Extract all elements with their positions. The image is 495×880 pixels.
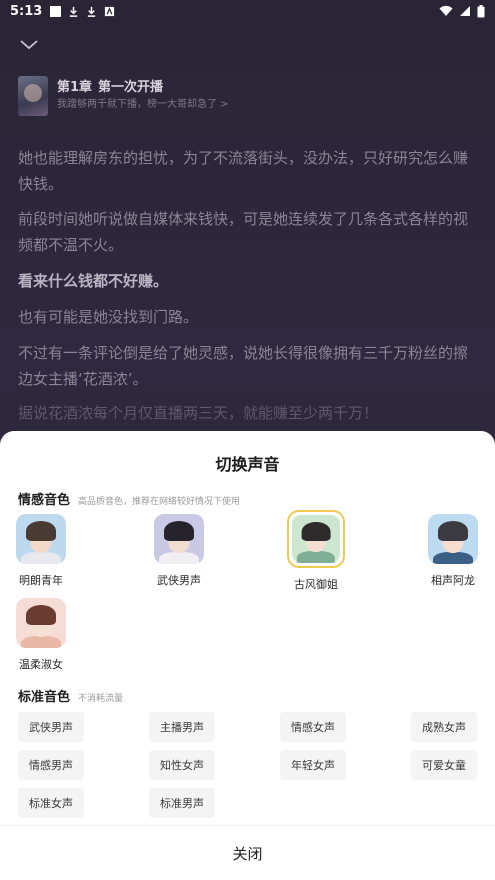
section-title: 情感音色 bbox=[18, 493, 71, 508]
standard-voice-option[interactable]: 武侠男声 bbox=[18, 712, 84, 742]
standard-voice-option[interactable]: 年轻女声 bbox=[280, 750, 346, 780]
app-notification-icon bbox=[105, 6, 115, 16]
paragraph: 前段时间她听说做自媒体来钱快，可是她连续发了几条各式各样的视频都不温不火。 bbox=[18, 210, 469, 254]
standard-voice-option[interactable]: 成熟女声 bbox=[411, 712, 477, 742]
ancient-lady-avatar-icon bbox=[292, 515, 340, 563]
notification-icon bbox=[50, 5, 62, 17]
signal-icon bbox=[460, 6, 470, 16]
chapter-number: 第1章 bbox=[57, 80, 93, 95]
standard-voice-section-header: 标准音色 不消耗流量 bbox=[18, 686, 123, 705]
standard-voice-option[interactable]: 主播男声 bbox=[149, 712, 215, 742]
voice-option-ancient-lady[interactable]: 古风御姐 bbox=[281, 510, 351, 592]
voice-option-young-man[interactable]: 明朗青年 bbox=[6, 514, 76, 588]
chapter-title: 第1章 第一次开播 bbox=[57, 79, 229, 97]
section-desc: 不消耗流量 bbox=[78, 694, 124, 704]
download-icon bbox=[70, 6, 78, 17]
download-icon bbox=[88, 6, 96, 17]
voice-label: 武侠男声 bbox=[157, 574, 201, 587]
standard-voice-option[interactable]: 标准女声 bbox=[18, 788, 84, 818]
book-title-link[interactable]: 我蹭够两千就下播，榜一大哥却急了 > bbox=[57, 97, 229, 113]
voice-option-crosstalk-man[interactable]: 相声阿龙 bbox=[418, 514, 488, 588]
sheet-title: 切换声音 bbox=[215, 455, 280, 474]
voice-label: 明朗青年 bbox=[19, 574, 63, 587]
voice-label: 相声阿龙 bbox=[431, 574, 475, 587]
paragraph: 不过有一条评论倒是给了她灵感，说她长得很像拥有三千万粉丝的擦边女主播‘花酒浓’。 bbox=[18, 344, 469, 388]
standard-voice-option[interactable]: 知性女声 bbox=[149, 750, 215, 780]
paragraph: 据说花酒浓每个月仅直播两三天，就能赚至少两千万！ bbox=[18, 404, 379, 422]
status-time: 5:13 bbox=[10, 3, 43, 19]
standard-voice-option[interactable]: 标准男声 bbox=[149, 788, 215, 818]
chapter-name: 第一次开播 bbox=[98, 80, 164, 95]
paragraph: 看来什么钱都不好赚。 bbox=[18, 272, 169, 290]
swordsman-avatar-icon bbox=[154, 514, 204, 564]
section-desc: 高品质音色，推荐在网络较好情况下使用 bbox=[78, 497, 241, 507]
battery-icon bbox=[477, 4, 485, 17]
standard-voice-option[interactable]: 情感女声 bbox=[280, 712, 346, 742]
gentle-lady-avatar-icon bbox=[16, 598, 66, 648]
voice-option-swordsman[interactable]: 武侠男声 bbox=[144, 514, 214, 588]
paragraph: 她也能理解房东的担忧，为了不流落街头，没办法，只好研究怎么赚快钱。 bbox=[18, 149, 469, 193]
paragraph: 也有可能是她没找到门路。 bbox=[18, 308, 199, 326]
chapter-header[interactable]: 第1章 第一次开播 我蹭够两千就下播，榜一大哥却急了 > bbox=[18, 76, 229, 116]
status-bar: 5:13 bbox=[0, 0, 495, 22]
voice-label: 古风御姐 bbox=[294, 578, 338, 591]
book-cover bbox=[18, 76, 48, 116]
standard-voice-option[interactable]: 情感男声 bbox=[18, 750, 84, 780]
close-button[interactable]: 关闭 bbox=[0, 826, 495, 880]
collapse-chevron-down-icon[interactable] bbox=[18, 36, 40, 52]
section-title: 标准音色 bbox=[18, 690, 71, 705]
switch-voice-sheet: 切换声音 情感音色 高品质音色，推荐在网络较好情况下使用 明朗青年 武侠男声 古… bbox=[0, 431, 495, 880]
young-man-avatar-icon bbox=[16, 514, 66, 564]
emotional-voice-section-header: 情感音色 高品质音色，推荐在网络较好情况下使用 bbox=[18, 489, 240, 508]
voice-option-gentle-lady[interactable]: 温柔淑女 bbox=[6, 598, 76, 672]
crosstalk-man-avatar-icon bbox=[428, 514, 478, 564]
standard-voice-option[interactable]: 可爱女童 bbox=[411, 750, 477, 780]
wifi-icon bbox=[439, 5, 453, 16]
voice-label: 温柔淑女 bbox=[19, 658, 63, 671]
